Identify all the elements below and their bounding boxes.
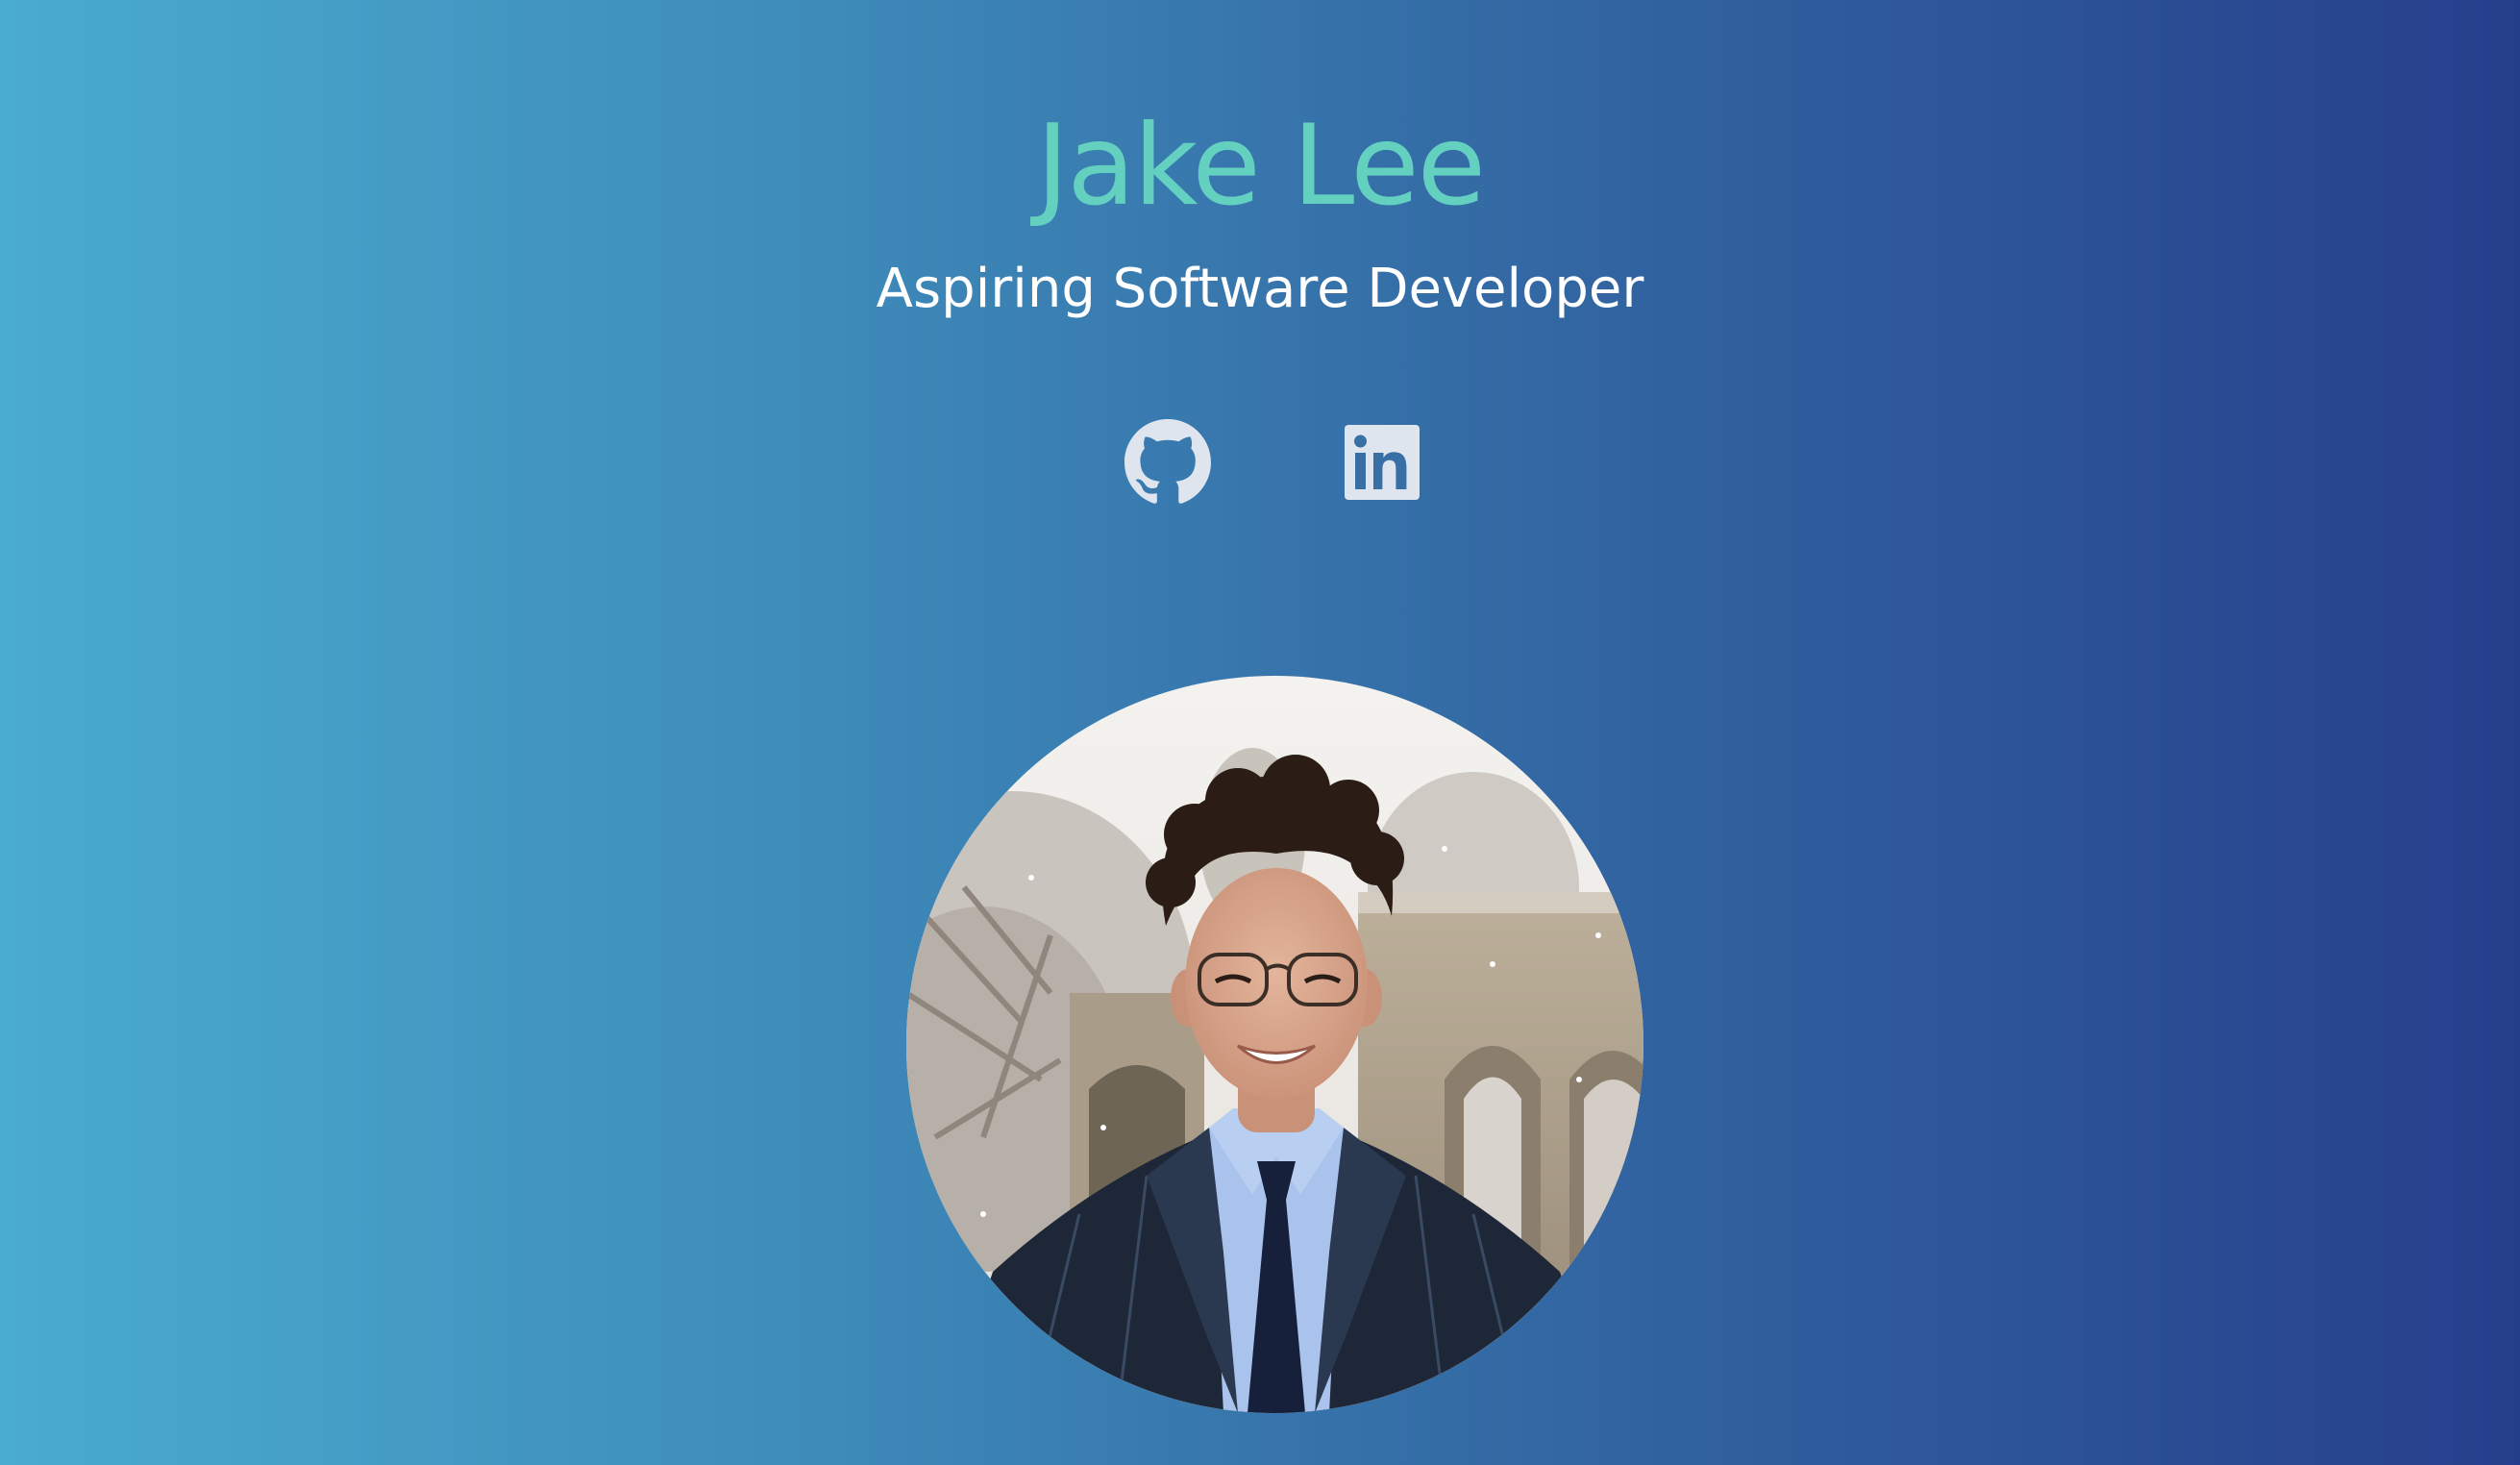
profile-photo [906,676,1643,1413]
profile-name: Jake Lee [1036,101,1486,231]
hero-section: Jake Lee Aspiring Software Developer [0,0,2520,1465]
profile-photo-image [906,676,1643,1413]
github-icon [1124,419,1211,504]
linkedin-icon [1345,425,1420,500]
linkedin-link[interactable] [1345,419,1420,506]
profile-tagline: Aspiring Software Developer [876,258,1644,320]
github-link[interactable] [1124,419,1211,506]
